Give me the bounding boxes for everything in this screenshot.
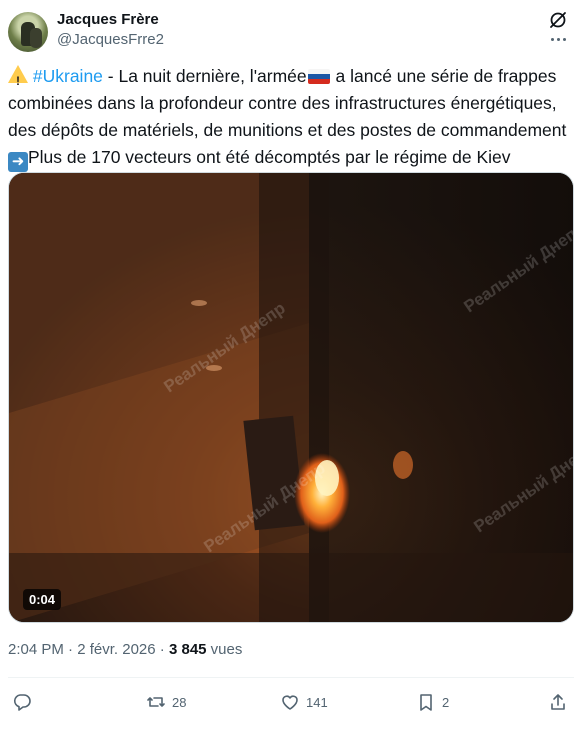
retweet-button[interactable]: 28: [146, 692, 186, 712]
video-player[interactable]: Реальный Днепр Реальный Днепр Реальный Д…: [8, 172, 574, 623]
author-name[interactable]: Jacques Frère: [57, 11, 159, 28]
tweet-header: Jacques Frère @JacquesFrre2: [8, 8, 574, 54]
tweet-text-part1: - La nuit dernière, l'armée: [102, 66, 307, 86]
retweet-icon: [147, 697, 165, 707]
warning-icon: [8, 65, 28, 95]
bookmark-count: 2: [442, 694, 450, 710]
meta-separator: ·: [63, 641, 78, 658]
views-count: 3 845: [168, 641, 207, 658]
video-duration-badge: 0:04: [23, 589, 62, 610]
like-count: 141: [306, 694, 328, 710]
right-arrow-icon: ➜: [8, 152, 28, 172]
bookmark-icon: [420, 694, 432, 711]
reply-icon: [13, 694, 31, 711]
tweet-text-part3: Plus de 170 vecteurs ont été décomptés p…: [28, 147, 511, 167]
more-icon[interactable]: [548, 34, 568, 44]
grok-icon[interactable]: [548, 10, 568, 30]
reply-button[interactable]: [12, 692, 38, 712]
avatar[interactable]: [8, 12, 48, 52]
meta-separator: ·: [155, 641, 169, 658]
russia-flag-icon: [307, 69, 330, 84]
tweet-time[interactable]: 2:04 PM: [8, 641, 64, 658]
views-label: vues: [206, 641, 243, 658]
retweet-count: 28: [172, 694, 187, 710]
bookmark-button[interactable]: 2: [416, 692, 449, 712]
tweet-actions: 28 141 2: [8, 688, 574, 718]
tweet-text: #Ukraine - La nuit dernière, l'armée a l…: [8, 63, 578, 172]
share-button[interactable]: [548, 692, 568, 712]
tweet-date[interactable]: 2 févr. 2026: [77, 641, 155, 658]
like-button[interactable]: 141: [280, 692, 328, 712]
author-handle[interactable]: @JacquesFrre2: [57, 31, 164, 48]
share-icon: [551, 694, 565, 710]
video-frame: Реальный Днепр Реальный Днепр Реальный Д…: [9, 173, 573, 622]
divider: [8, 677, 574, 678]
hashtag-link[interactable]: #Ukraine: [33, 66, 103, 86]
heart-icon: [282, 695, 298, 710]
tweet-metadata: 2:04 PM · 2 févr. 2026 · 3 845 vues: [8, 641, 242, 658]
